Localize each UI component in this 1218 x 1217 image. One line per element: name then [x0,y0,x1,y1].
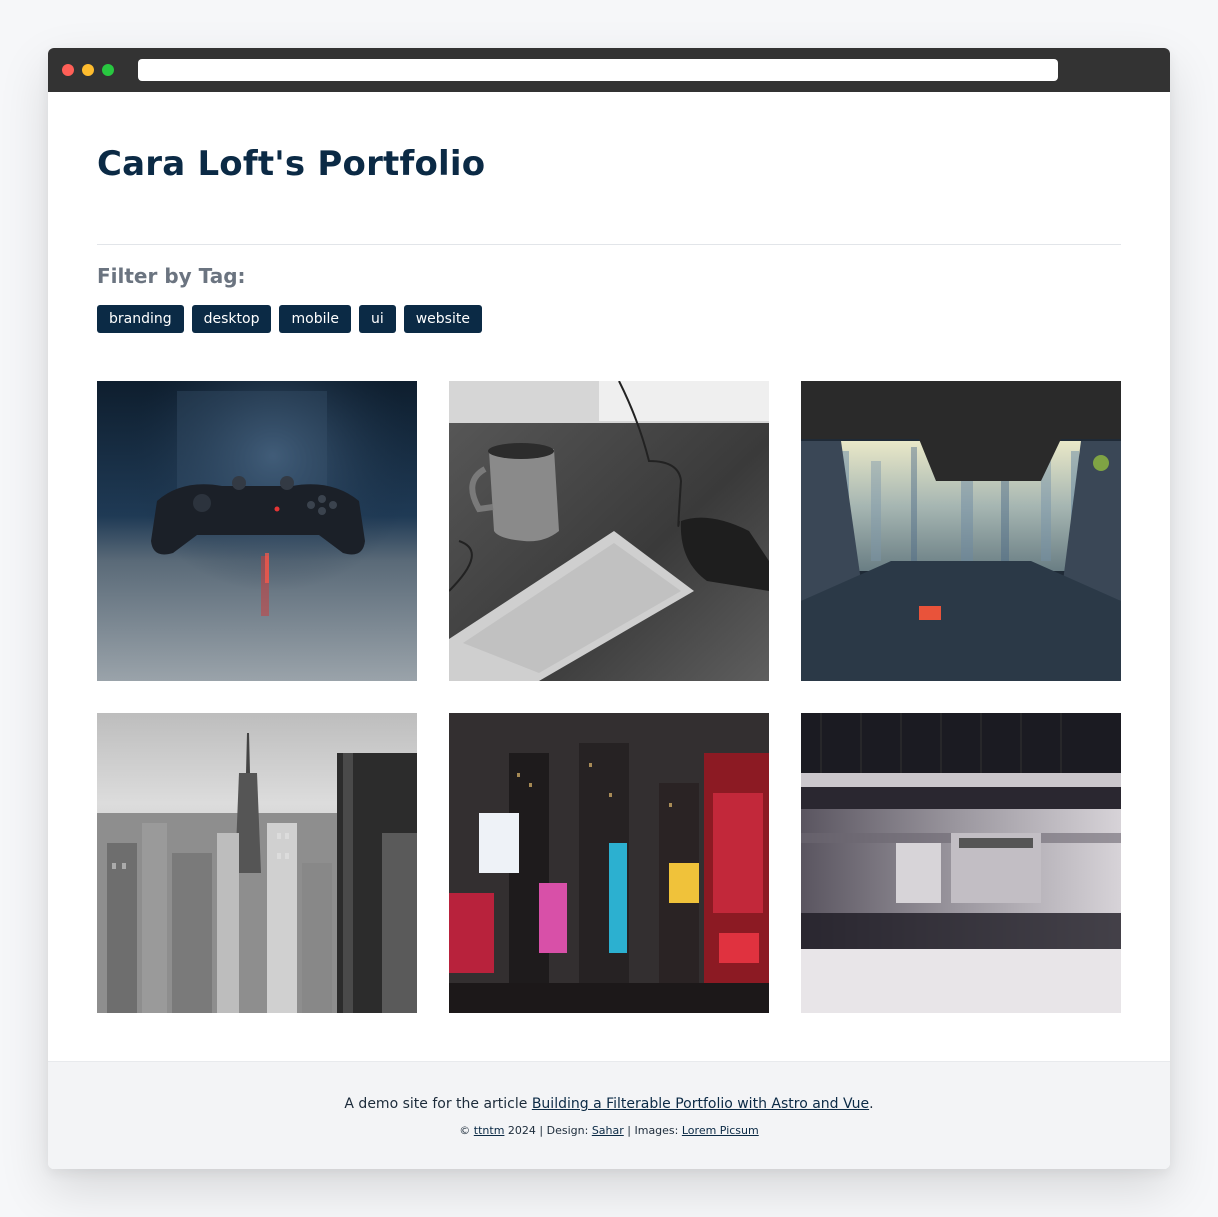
portfolio-item-city-gap[interactable] [801,381,1121,681]
portfolio-item-mug-keyboard[interactable] [449,381,769,681]
maximize-window-dot[interactable] [102,64,114,76]
footer-article-line: A demo site for the article Building a F… [48,1096,1170,1112]
tag-button-ui[interactable]: ui [358,305,396,333]
mug-keyboard-image [449,381,769,681]
portfolio-item-times-square[interactable] [449,713,769,1013]
portfolio-item-subway-train[interactable] [801,713,1121,1013]
game-controller-image [97,381,417,681]
browser-window: Cara Loft's Portfolio Filter by Tag: bra… [48,48,1170,1169]
city-gap-image [801,381,1121,681]
page-title: Cara Loft's Portfolio [97,144,486,184]
city-skyline-image [97,713,417,1013]
close-window-dot[interactable] [62,64,74,76]
tag-button-mobile[interactable]: mobile [279,305,351,333]
portfolio-item-game-controller[interactable] [97,381,417,681]
copyright-symbol: © [459,1124,471,1137]
article-link[interactable]: Building a Filterable Portfolio with Ast… [532,1096,869,1112]
browser-titlebar [48,48,1170,92]
address-bar[interactable] [138,59,1058,81]
minimize-window-dot[interactable] [82,64,94,76]
footer-year-design-text: 2024 | Design: [507,1124,589,1137]
footer-images-label: | Images: [627,1124,679,1137]
site-footer: A demo site for the article Building a F… [48,1061,1170,1169]
portfolio-item-city-skyline[interactable] [97,713,417,1013]
title-divider [97,244,1121,245]
tag-button-branding[interactable]: branding [97,305,184,333]
footer-article-prefix: A demo site for the article [344,1096,532,1112]
footer-article-suffix: . [869,1096,874,1112]
portfolio-grid [97,381,1121,1013]
tag-button-website[interactable]: website [403,305,482,333]
subway-train-image [801,713,1121,1013]
tag-button-desktop[interactable]: desktop [191,305,272,333]
times-square-image [449,713,769,1013]
footer-credits-line: © ttntm 2024 | Design: Sahar | Images: L… [48,1124,1170,1137]
filter-heading: Filter by Tag: [97,264,246,288]
author-link[interactable]: ttntm [474,1124,505,1137]
images-source-link[interactable]: Lorem Picsum [682,1124,759,1137]
tag-filter-list: branding desktop mobile ui website [97,305,482,333]
designer-link[interactable]: Sahar [592,1124,624,1137]
